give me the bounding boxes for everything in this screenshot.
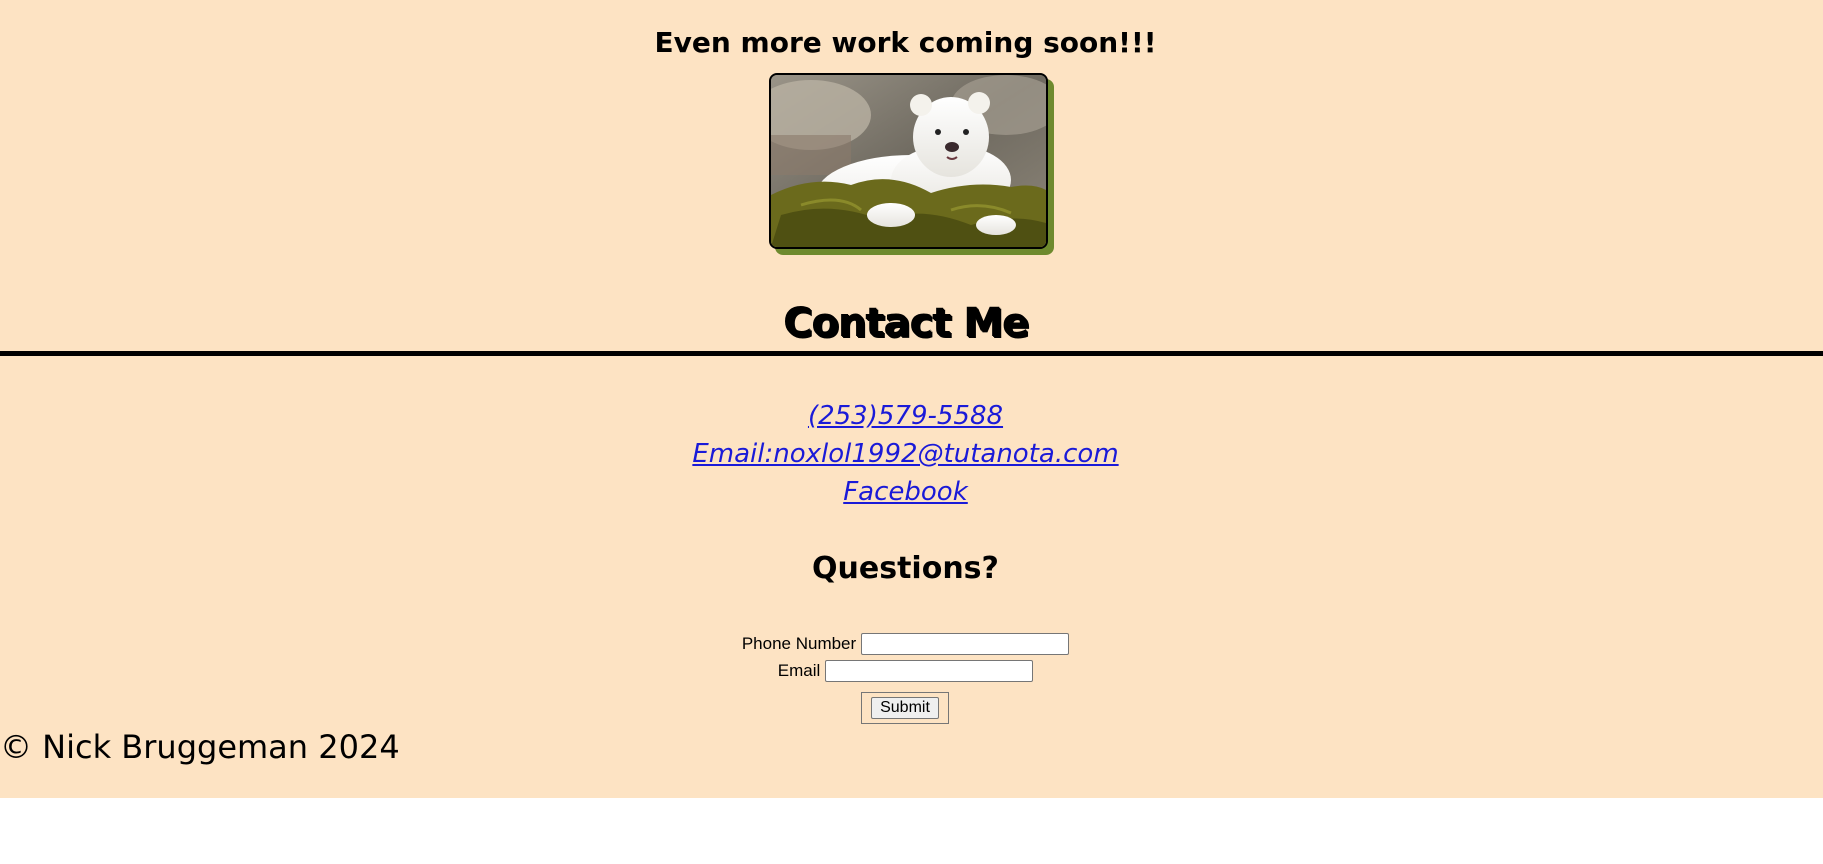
questions-form: Phone Number Email	[0, 630, 1811, 684]
email-input[interactable]	[825, 659, 1034, 682]
contact-heading: Contact Me	[782, 300, 1029, 346]
phone-input[interactable]	[861, 632, 1070, 655]
phone-label: Phone Number	[741, 633, 857, 653]
phone-row: Phone Number	[0, 630, 1811, 657]
email-link[interactable]: Email:noxlol1992@tutanota.com	[692, 435, 1118, 473]
email-row: Email	[0, 657, 1811, 684]
coming-soon-heading: Even more work coming soon!!!	[654, 26, 1157, 59]
questions-heading: Questions?	[812, 551, 999, 586]
divider	[0, 351, 1823, 356]
contact-links: (253)579-5588 Email:noxlol1992@tutanota.…	[0, 397, 1811, 511]
facebook-link[interactable]: Facebook	[843, 473, 968, 511]
submit-button[interactable]: Submit	[871, 697, 939, 719]
page: Even more work coming soon!!! Contact Me…	[0, 0, 1823, 798]
submit-wrapper: Submit	[861, 692, 949, 724]
polar-bear-photo	[769, 73, 1048, 249]
email-label: Email	[777, 660, 821, 680]
copyright-footer: © Nick Bruggeman 2024	[0, 728, 400, 766]
phone-link[interactable]: (253)579-5588	[808, 397, 1003, 435]
